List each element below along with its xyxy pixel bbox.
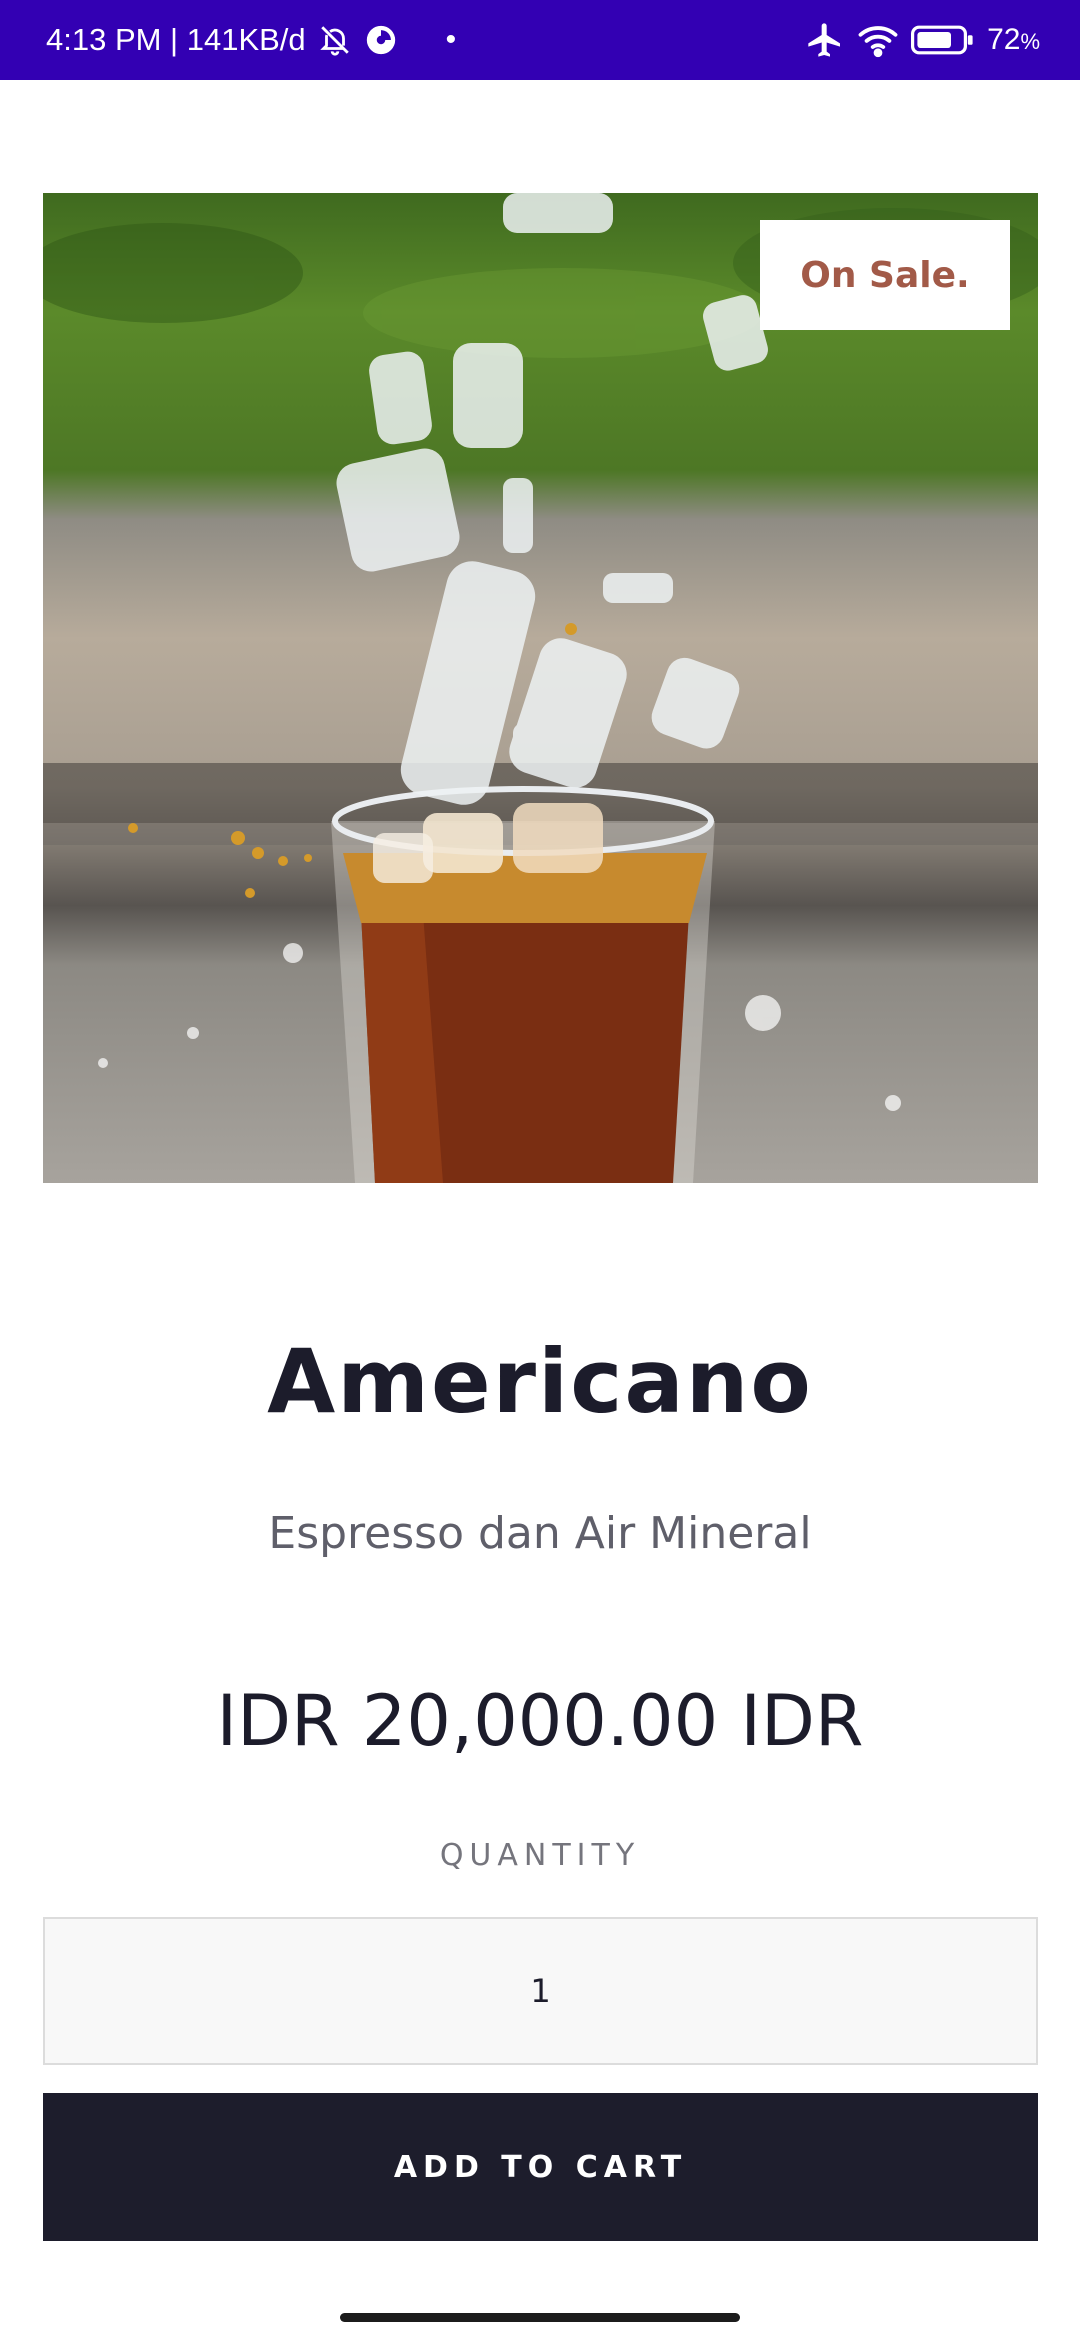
status-time: 4:13 PM | 141KB/d <box>46 22 306 57</box>
battery-percent-unit: % <box>1020 29 1040 54</box>
product-title: Americano <box>267 1330 813 1433</box>
quantity-label: QUANTITY <box>439 1838 641 1873</box>
status-left: 4:13 PM | 141KB/d • <box>46 22 456 58</box>
iced-coffee-illustration <box>43 193 1038 1183</box>
add-to-cart-button[interactable]: ADD TO CART <box>43 2093 1038 2241</box>
product-image: On Sale. <box>43 193 1038 1183</box>
bell-off-icon <box>318 23 352 57</box>
notification-dot: • <box>445 23 457 56</box>
status-right: 72% <box>805 20 1040 60</box>
airplane-icon <box>805 20 845 60</box>
home-indicator[interactable] <box>340 2313 740 2322</box>
quantity-input[interactable] <box>43 1917 1038 2065</box>
data-saver-icon <box>364 23 398 57</box>
battery-percent-value: 72 <box>987 23 1021 56</box>
on-sale-badge: On Sale. <box>760 220 1010 330</box>
product-price: IDR 20,000.00 IDR <box>216 1680 864 1762</box>
battery-percent: 72% <box>987 23 1040 57</box>
product-description: Espresso dan Air Mineral <box>268 1508 812 1559</box>
status-bar: 4:13 PM | 141KB/d • 72% <box>0 0 1080 80</box>
battery-icon <box>911 23 975 57</box>
wifi-icon <box>857 22 899 58</box>
